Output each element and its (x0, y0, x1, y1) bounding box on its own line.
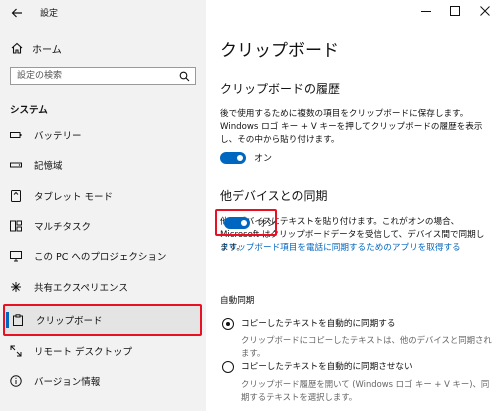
info-icon (10, 375, 22, 387)
sidebar-item-label: マルチタスク (34, 222, 92, 233)
multitask-icon (10, 220, 22, 232)
search-icon[interactable] (179, 71, 190, 82)
home-label: ホーム (32, 44, 62, 56)
page-title: クリップボード (220, 41, 339, 61)
storage-icon (10, 159, 22, 171)
sidebar-item-label: タブレット モード (34, 192, 114, 203)
radio-auto-sync-off[interactable] (222, 361, 234, 373)
maximize-button[interactable] (444, 3, 466, 19)
sidebar-item-remote-desktop[interactable]: リモート デスクトップ (0, 336, 206, 366)
sidebar-item-label: リモート デスクトップ (34, 347, 133, 358)
sidebar-item-label: 共有エクスペリエンス (34, 283, 128, 294)
get-phone-app-link[interactable]: クリップボード項目を電話に同期するためのアプリを取得する (220, 241, 461, 253)
home-icon (11, 42, 23, 54)
sidebar-item-shared-experiences[interactable]: 共有エクスペリエンス (0, 272, 206, 302)
sidebar-item-label: この PC へのプロジェクション (34, 252, 167, 263)
history-toggle-row[interactable]: オン (220, 151, 272, 164)
sidebar-item-about[interactable]: バージョン情報 (0, 366, 206, 396)
history-description: 後で使用するために複数の項目をクリップボードに保存します。Windows ロゴ … (220, 109, 483, 145)
window-title: 設定 (40, 9, 59, 19)
history-heading: クリップボードの履歴 (220, 82, 341, 96)
history-toggle[interactable] (220, 151, 246, 164)
projection-icon (10, 250, 22, 262)
sidebar: 設定 ホーム システム バッテリー 記憶域 タブレット モード マルチタスク こ… (0, 0, 206, 411)
sync-toggle[interactable] (224, 216, 250, 229)
sidebar-item-label: クリップボード (36, 316, 103, 327)
section-title-system: システム (10, 105, 48, 116)
minimize-button[interactable] (415, 3, 437, 19)
sync-heading: 他デバイスとの同期 (220, 189, 328, 203)
close-button[interactable] (474, 3, 496, 19)
radio-auto-sync-on[interactable] (222, 318, 234, 330)
sidebar-item-label: 記憶域 (34, 161, 63, 172)
shared-experience-icon (10, 281, 22, 293)
sync-toggle-row[interactable]: オン (224, 216, 276, 229)
remote-desktop-icon (10, 345, 22, 357)
battery-icon (10, 129, 22, 141)
sidebar-item-clipboard[interactable]: クリップボード (3, 304, 202, 336)
history-toggle-label: オン (254, 154, 273, 164)
back-arrow-icon[interactable] (10, 5, 24, 19)
sidebar-item-battery[interactable]: バッテリー (0, 120, 206, 150)
sidebar-home[interactable]: ホーム (10, 40, 62, 56)
search-box[interactable] (10, 67, 196, 85)
tablet-icon (10, 190, 22, 202)
sidebar-item-projection[interactable]: この PC へのプロジェクション (0, 241, 206, 271)
sync-toggle-label: オン (258, 219, 277, 229)
sidebar-item-label: バッテリー (34, 131, 82, 142)
clipboard-icon (12, 314, 24, 326)
search-input[interactable] (11, 68, 177, 84)
sidebar-item-label: バージョン情報 (34, 377, 101, 388)
main-pane: クリップボード クリップボードの履歴 後で使用するために複数の項目をクリップボー… (206, 0, 500, 411)
sidebar-item-storage[interactable]: 記憶域 (0, 150, 206, 180)
sidebar-item-multitasking[interactable]: マルチタスク (0, 211, 206, 241)
sidebar-item-tablet-mode[interactable]: タブレット モード (0, 181, 206, 211)
